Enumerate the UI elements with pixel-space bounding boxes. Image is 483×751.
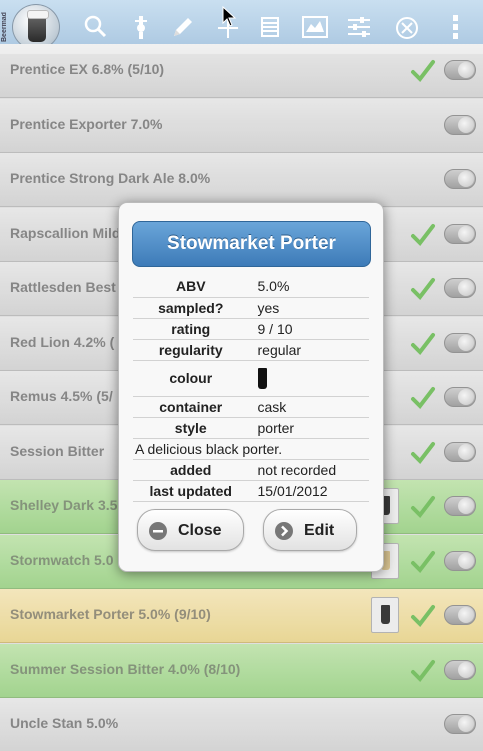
list-item-label: Summer Session Bitter 4.0% (8/10)	[10, 661, 241, 677]
colour-swatch-icon	[257, 367, 267, 389]
close-button-label: Close	[178, 522, 222, 539]
toggle-switch[interactable]	[444, 605, 476, 625]
checkmark-icon	[410, 494, 436, 520]
checkmark-icon	[410, 385, 436, 411]
tap-icon[interactable]	[126, 12, 156, 42]
list-item-label: Stowmarket Porter 5.0% (9/10)	[10, 606, 211, 622]
popup-title: Stowmarket Porter	[132, 221, 371, 267]
list-item-label: Shelley Dark 3.5	[10, 497, 118, 513]
list-item-label: Prentice Strong Dark Ale 8.0%	[10, 170, 211, 186]
beer-description: A delicious black porter.	[133, 438, 369, 460]
detail-value: 5.0%	[249, 276, 369, 298]
details-table: ABV 5.0% sampled? yes rating 9 / 10 regu…	[133, 276, 369, 502]
toggle-switch[interactable]	[444, 333, 476, 353]
list-item[interactable]: Prentice EX 6.8% (5/10)	[0, 44, 483, 98]
edit-icon[interactable]	[168, 12, 198, 42]
detail-row-container: container cask	[133, 396, 369, 418]
detail-row-added: added not recorded	[133, 459, 369, 481]
list-item-label: Stormwatch 5.0	[10, 552, 114, 568]
detail-key: added	[133, 459, 250, 481]
detail-row-style: style porter	[133, 417, 369, 439]
detail-key: colour	[133, 360, 250, 397]
detail-row-sampled: sampled? yes	[133, 297, 369, 319]
beer-details-popup: Stowmarket Porter ABV 5.0% sampled? yes …	[118, 202, 384, 572]
detail-value: yes	[249, 297, 369, 319]
detail-row-colour: colour	[133, 360, 369, 397]
list-item[interactable]: Prentice Exporter 7.0%	[0, 99, 483, 153]
detail-key: container	[133, 396, 250, 418]
toggle-switch[interactable]	[444, 169, 476, 189]
checkmark-icon	[410, 603, 436, 629]
toggle-switch[interactable]	[444, 60, 476, 80]
detail-row-abv: ABV 5.0%	[133, 276, 369, 298]
detail-value: regular	[249, 339, 369, 361]
checkmark-icon	[410, 440, 436, 466]
list-item-label: Prentice EX 6.8% (5/10)	[10, 61, 165, 77]
toggle-switch[interactable]	[444, 496, 476, 516]
detail-value: 9 / 10	[249, 318, 369, 340]
toggle-switch[interactable]	[444, 551, 476, 571]
checkmark-icon	[410, 58, 436, 84]
toggle-switch[interactable]	[444, 224, 476, 244]
detail-key: rating	[133, 318, 250, 340]
beer-glass-thumbnail-icon	[371, 597, 399, 633]
detail-value: porter	[249, 417, 369, 439]
list-item[interactable]: Uncle Stan 5.0%	[0, 698, 483, 751]
list-item-label: Uncle Stan 5.0%	[10, 715, 119, 731]
checkmark-icon	[410, 549, 436, 575]
checkmark-icon	[410, 222, 436, 248]
checkmark-icon	[410, 331, 436, 357]
toggle-switch[interactable]	[444, 660, 476, 680]
toggle-switch[interactable]	[444, 115, 476, 135]
toggle-switch[interactable]	[444, 714, 476, 734]
map-icon[interactable]	[300, 12, 330, 42]
mouse-cursor-icon	[222, 5, 238, 28]
detail-row-description: A delicious black porter.	[133, 438, 369, 460]
detail-value: 15/01/2012	[249, 480, 369, 502]
list-item-label: Rapscallion Mild	[10, 225, 121, 241]
toggle-switch[interactable]	[444, 278, 476, 298]
edit-button[interactable]: Edit	[263, 509, 357, 551]
close-button[interactable]: Close	[137, 509, 244, 551]
list-item-label: Red Lion 4.2% (	[10, 334, 115, 350]
checkmark-icon	[410, 658, 436, 684]
checkmark-icon	[410, 276, 436, 302]
detail-key: ABV	[133, 276, 250, 298]
filter-icon[interactable]	[344, 12, 374, 42]
more-icon[interactable]	[440, 12, 470, 42]
list-item-label: Rattlesden Best	[10, 279, 116, 295]
toggle-switch[interactable]	[444, 387, 476, 407]
detail-value: not recorded	[249, 459, 369, 481]
edit-button-label: Edit	[304, 522, 335, 539]
detail-key: sampled?	[133, 297, 250, 319]
list-icon[interactable]	[255, 12, 285, 42]
detail-key: style	[133, 417, 250, 439]
arrow-right-circle-icon	[275, 522, 293, 540]
cancel-icon[interactable]	[392, 12, 422, 42]
list-item-label: Remus 4.5% (5/	[10, 388, 113, 404]
list-item[interactable]: Stowmarket Porter 5.0% (9/10)	[0, 589, 483, 643]
toggle-switch[interactable]	[444, 442, 476, 462]
detail-row-rating: rating 9 / 10	[133, 318, 369, 340]
detail-key: last updated	[133, 480, 250, 502]
list-item-label: Prentice Exporter 7.0%	[10, 116, 163, 132]
minus-circle-icon	[149, 522, 167, 540]
list-item[interactable]: Prentice Strong Dark Ale 8.0%	[0, 153, 483, 207]
list-item-label: Session Bitter	[10, 443, 105, 459]
detail-value: cask	[249, 396, 369, 418]
detail-key: regularity	[133, 339, 250, 361]
list-item[interactable]: Summer Session Bitter 4.0% (8/10)	[0, 644, 483, 698]
detail-row-last-updated: last updated 15/01/2012	[133, 480, 369, 502]
beer-glass-icon	[27, 10, 49, 42]
search-icon[interactable]	[80, 12, 110, 42]
detail-row-regularity: regularity regular	[133, 339, 369, 361]
